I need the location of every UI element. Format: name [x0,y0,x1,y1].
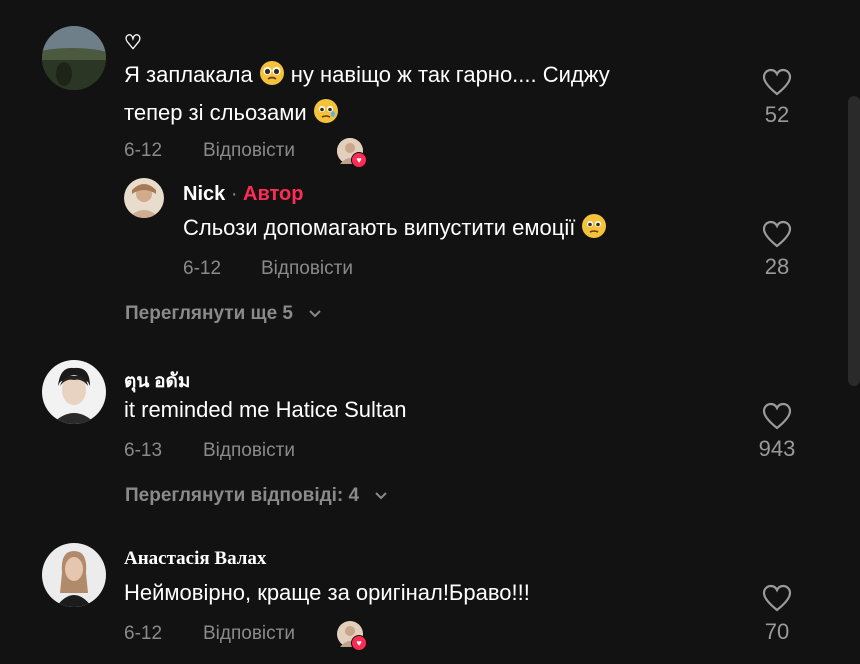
reply-button[interactable]: Відповісти [203,623,295,645]
creator-heart-icon: ♥ [351,152,367,168]
like-heart-icon[interactable] [762,584,792,612]
face-holding-back-tears-icon [581,213,607,249]
avatar[interactable] [42,543,106,607]
scrollbar[interactable] [848,96,860,386]
comment-date: 6-12 [183,258,222,279]
reply-button[interactable]: Відповісти [203,140,295,162]
like-count: 28 [764,254,790,279]
pleading-face-icon [259,60,285,96]
avatar[interactable] [42,360,106,424]
chevron-down-icon [308,303,322,325]
view-replies-button[interactable]: Переглянути відповіді: 4 [125,485,388,507]
view-more-replies-button[interactable]: Переглянути ще 5 [125,303,322,325]
comment-date: 6-12 [124,140,163,161]
comment-author[interactable]: ♡ [124,30,142,55]
avatar[interactable] [124,178,164,218]
view-replies-label: Переглянути відповіді: 4 [125,485,360,507]
like-heart-icon[interactable] [762,68,792,96]
comment-text: Сльози допомагають випустити емоції [183,211,743,249]
like-heart-icon[interactable] [762,220,792,248]
comment-text: Неймовірно, краще за оригінал!Браво!!! [124,580,530,605]
like-count: 943 [758,436,796,461]
like-heart-icon[interactable] [762,402,792,430]
comment-date: 6-12 [124,623,163,644]
comment-text-part: тепер зі сльозами [124,100,307,125]
comment-text-part: ну навіщо ж так гарно.... Сиджу [290,62,610,87]
author-badge: Автор [243,183,304,205]
comment-date: 6-13 [124,440,163,461]
like-count: 70 [764,619,790,644]
avatar[interactable] [42,26,106,90]
comment-author[interactable]: ตุน อดัม [124,366,190,396]
like-count: 52 [764,102,790,127]
separator: · [230,183,238,205]
chevron-down-icon [374,485,388,507]
comment-text-part: Я заплакала [124,62,253,87]
view-more-label: Переглянути ще 5 [125,303,293,325]
reply-button[interactable]: Відповісти [261,258,353,280]
comment-text: it reminded me Hatice Sultan [124,397,407,422]
creator-heart-icon: ♥ [351,635,367,651]
comment-author[interactable]: Анастасія Валах [124,548,266,570]
reply-button[interactable]: Відповісти [203,440,295,462]
comment-text: Я заплакала ну навіщо ж так гарно.... Сид… [124,58,724,134]
comment-author[interactable]: Nick · Автор [183,183,304,206]
face-holding-back-tears-icon [313,98,339,134]
author-name[interactable]: Nick [183,183,225,205]
comment-text-part: Сльози допомагають випустити емоції [183,215,576,240]
